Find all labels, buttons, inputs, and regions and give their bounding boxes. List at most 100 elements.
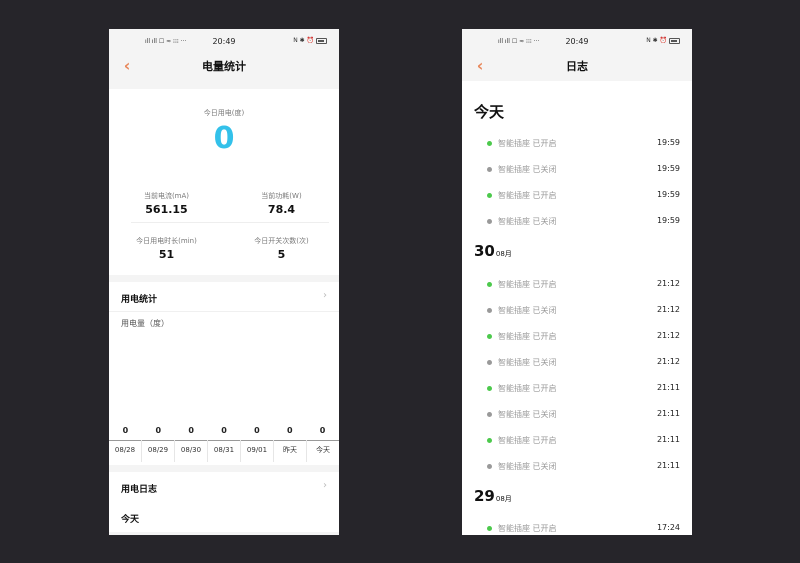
section-gap: [109, 465, 339, 472]
status-icons: N ✱ ⏰: [646, 37, 667, 44]
title-bar: ‹ 电量统计: [109, 51, 339, 81]
chevron-right-icon: ›: [323, 290, 327, 301]
log-entry-text: 智能插座 已开启: [498, 191, 557, 200]
log-entry: 智能插座 已开启 19:59: [487, 137, 680, 151]
log-entry-text: 智能插座 已开启: [498, 524, 557, 533]
today-label: 今天: [121, 515, 140, 525]
stat-value: 78.4: [267, 203, 296, 216]
log-entry-time: 19:59: [656, 190, 680, 199]
day-header: 2908月: [474, 486, 512, 505]
current-stat: 当前电流(mA) 561.15: [109, 191, 224, 216]
usage-log-label: 用电日志: [121, 485, 158, 495]
log-entry-text: 智能插座 已关闭: [498, 217, 557, 226]
bar-value-label: 0: [319, 426, 326, 435]
switch-count-stat: 今日开关次数(次) 5: [224, 236, 339, 261]
day-header: 3008月: [474, 241, 512, 260]
status-on-dot-icon: [487, 386, 492, 391]
bar-value-label: 0: [122, 426, 129, 435]
log-entry-text: 智能插座 已开启: [498, 436, 557, 445]
bar-value-label: 0: [254, 426, 260, 435]
log-entry: 智能插座 已开启 21:11: [487, 434, 680, 448]
x-tick-label[interactable]: 08/28: [109, 440, 141, 462]
status-bar: ıll ıll ☐ ≈ ⁝⁝⁝ ··· 20:49 N ✱ ⏰: [109, 29, 339, 51]
log-entry-time: 21:11: [656, 409, 680, 418]
stat-label: 今日开关次数(次): [254, 237, 309, 245]
x-tick-label[interactable]: 今天: [306, 440, 339, 462]
status-on-dot-icon: [487, 282, 492, 287]
log-screen: ıll ıll ☐ ≈ ⁝⁝⁝ ··· 20:49 N ✱ ⏰ ‹ 日志 今天智…: [462, 29, 692, 535]
x-tick-label[interactable]: 08/30: [174, 440, 207, 462]
usage-chart: 用电量（度） 0 0 0 0 0 0 0 08/28 08/29 08/30 08/31 09/01…: [109, 312, 339, 465]
log-entry: 智能插座 已关闭 19:59: [487, 215, 680, 229]
status-on-dot-icon: [487, 334, 492, 339]
stat-label: 今日用电时长(min): [136, 237, 197, 245]
bar-value-label: 0: [221, 426, 227, 435]
divider: [131, 222, 329, 223]
log-entry-time: 17:24: [656, 523, 680, 532]
section-gap: [109, 275, 339, 282]
log-entry-time: 21:12: [656, 305, 680, 314]
stat-label: 当前功耗(W): [261, 192, 302, 200]
status-bar: ıll ıll ☐ ≈ ⁝⁝⁝ ··· 20:49 N ✱ ⏰: [462, 29, 692, 51]
usage-stats-row[interactable]: 用电统计 ›: [109, 282, 339, 312]
log-entry-text: 智能插座 已开启: [498, 384, 557, 393]
x-tick-label[interactable]: 昨天: [273, 440, 306, 462]
status-on-dot-icon: [487, 141, 492, 146]
log-entry-text: 智能插座 已关闭: [498, 410, 557, 419]
status-off-dot-icon: [487, 167, 492, 172]
today-row[interactable]: 今天: [109, 502, 339, 532]
stat-value: 5: [277, 248, 286, 261]
status-icons: N ✱ ⏰: [293, 37, 314, 44]
log-entry-text: 智能插座 已开启: [498, 139, 557, 148]
log-entry-time: 19:59: [656, 216, 680, 225]
log-entry-time: 21:11: [656, 383, 680, 392]
bar-value-labels: 0 0 0 0 0 0 0: [109, 426, 339, 435]
day-header: 今天: [474, 101, 504, 122]
status-off-dot-icon: [487, 360, 492, 365]
log-entry: 智能插座 已关闭 19:59: [487, 163, 680, 177]
status-right-icons: N ✱ ⏰: [293, 37, 327, 44]
log-entry-text: 智能插座 已开启: [498, 280, 557, 289]
bar-value-label: 0: [188, 426, 194, 435]
log-entry-text: 智能插座 已关闭: [498, 358, 557, 367]
battery-icon: [669, 37, 680, 44]
log-entry: 智能插座 已开启 19:59: [487, 189, 680, 203]
x-axis-ticks: 08/28 08/29 08/30 08/31 09/01 昨天 今天: [109, 440, 339, 462]
log-entry-text: 智能插座 已关闭: [498, 165, 557, 174]
log-entry: 智能插座 已关闭 21:12: [487, 304, 680, 318]
stat-value: 51: [158, 248, 175, 261]
day-header-month: 08月: [495, 250, 512, 258]
status-off-dot-icon: [487, 308, 492, 313]
stat-value: 561.15: [145, 203, 188, 216]
log-entry: 智能插座 已关闭 21:12: [487, 356, 680, 370]
x-tick-label[interactable]: 09/01: [240, 440, 273, 462]
log-entry-time: 21:12: [656, 331, 680, 340]
x-tick-label[interactable]: 08/29: [141, 440, 174, 462]
status-on-dot-icon: [487, 438, 492, 443]
day-header-main: 今天: [474, 103, 505, 121]
day-header-main: 30: [474, 242, 495, 260]
log-entry-text: 智能插座 已关闭: [498, 462, 557, 471]
back-chevron-icon[interactable]: ‹: [119, 57, 135, 75]
log-list: 今天智能插座 已开启 19:59 智能插座 已关闭 19:59 智能插座 已开启 19:5…: [462, 81, 692, 535]
usage-log-row[interactable]: 用电日志 ›: [109, 472, 339, 502]
back-chevron-icon[interactable]: ‹: [472, 57, 488, 75]
log-entry: 智能插座 已关闭 21:11: [487, 408, 680, 422]
day-header-month: 08月: [495, 495, 512, 503]
day-header-main: 29: [474, 487, 495, 505]
x-tick-label[interactable]: 08/31: [207, 440, 240, 462]
log-entry-time: 19:59: [656, 164, 680, 173]
log-entry: 智能插座 已开启 21:12: [487, 330, 680, 344]
status-off-dot-icon: [487, 464, 492, 469]
usage-stats-label: 用电统计: [121, 295, 158, 305]
stat-label: 当前电流(mA): [143, 192, 190, 200]
log-entry-time: 21:11: [656, 461, 680, 470]
status-on-dot-icon: [487, 526, 492, 531]
log-entry-time: 19:59: [656, 138, 680, 147]
title-bar: ‹ 日志: [462, 51, 692, 81]
bar-value-label: 0: [286, 426, 293, 435]
status-right-icons: N ✱ ⏰: [646, 37, 680, 44]
bar-value-label: 0: [155, 426, 162, 435]
power-summary-card: 今日用电(度) 0 当前电流(mA) 561.15 当前功耗(W) 78.4 今…: [109, 89, 339, 275]
log-entry-time: 21:11: [656, 435, 680, 444]
